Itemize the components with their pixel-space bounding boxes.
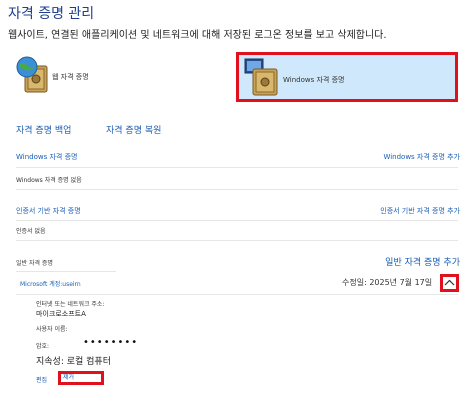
cert-section-title[interactable]: 인증서 기반 자격 증명: [16, 206, 81, 216]
restore-credentials-link[interactable]: 자격 증명 복원: [106, 123, 161, 136]
web-credentials-tile[interactable]: 웹 자격 증명: [16, 56, 226, 96]
page-description: 웹사이트, 연결된 애플리케이션 및 네트워크에 대해 저장된 로그온 정보를 …: [8, 30, 387, 41]
generic-section-title[interactable]: 일반 자격 증명: [16, 258, 53, 267]
address-label: 인터넷 또는 네트워크 주소:: [36, 301, 105, 308]
add-generic-credential-link[interactable]: 일반 자격 증명 추가: [385, 255, 460, 268]
divider: [16, 167, 458, 168]
divider: [16, 240, 458, 241]
monitor-safe-icon: [244, 58, 278, 96]
chevron-up-icon: [444, 279, 455, 286]
add-windows-credential-link[interactable]: Windows 자격 증명 추가: [383, 152, 460, 162]
address-value: 마이크로소프트A: [36, 310, 86, 318]
divider: [16, 220, 458, 221]
cert-empty-text: 인증서 없음: [16, 228, 46, 235]
credential-name[interactable]: Microsoft 계정:useirn: [20, 279, 81, 288]
remove-credential-link[interactable]: 제거: [58, 371, 104, 385]
windows-credentials-label: Windows 자격 증명: [283, 76, 345, 84]
collapse-credential-button[interactable]: [440, 274, 459, 292]
password-label: 암호:: [36, 343, 50, 350]
divider: [16, 189, 458, 190]
persistence-value: 지속성: 로컬 컴퓨터: [36, 357, 111, 367]
web-credentials-label: 웹 자격 증명: [52, 73, 89, 81]
globe-safe-icon: [16, 56, 48, 93]
divider: [16, 271, 116, 272]
windows-credentials-tile[interactable]: Windows 자격 증명: [236, 52, 458, 102]
page-title: 자격 증명 관리: [8, 6, 95, 22]
credential-modified-date: 수정일: 2025년 7월 17일: [342, 278, 433, 287]
add-cert-credential-link[interactable]: 인증서 기반 자격 증명 추가: [380, 206, 460, 216]
edit-credential-link[interactable]: 편집: [36, 375, 47, 384]
windows-section-title[interactable]: Windows 자격 증명: [16, 152, 77, 162]
password-value: ••••••••: [83, 337, 139, 348]
windows-empty-text: Windows 자격 증명 없음: [16, 177, 82, 184]
username-label: 사용자 이름:: [36, 326, 68, 333]
backup-credentials-link[interactable]: 자격 증명 백업: [16, 123, 71, 136]
divider: [16, 294, 458, 295]
